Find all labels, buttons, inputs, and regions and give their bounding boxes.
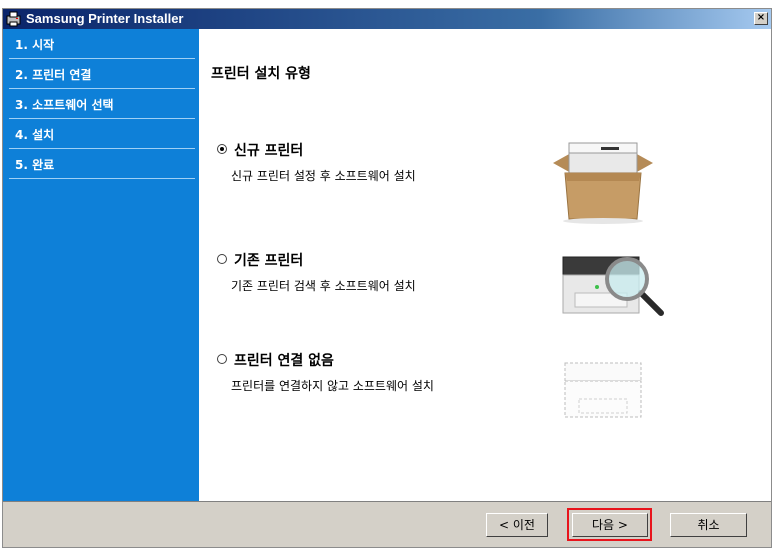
step-label: 4. 설치 xyxy=(15,128,55,142)
option-existing-printer[interactable]: 기존 프린터 기존 프린터 검색 후 소프트웨어 설치 xyxy=(217,249,537,293)
existing-printer-radio[interactable] xyxy=(217,254,227,264)
step-label: 2. 프린터 연결 xyxy=(15,68,92,82)
cancel-button[interactable]: 취소 xyxy=(670,513,747,537)
button-bar: < 이전 다음 > 취소 xyxy=(3,501,771,547)
title-bar[interactable]: Samsung Printer Installer × xyxy=(3,9,771,29)
next-button[interactable]: 다음 > xyxy=(572,513,648,537)
step-label: 5. 완료 xyxy=(15,158,55,172)
option-no-printer[interactable]: 프린터 연결 없음 프린터를 연결하지 않고 소프트웨어 설치 xyxy=(217,349,537,393)
option-label[interactable]: 기존 프린터 xyxy=(234,250,303,270)
printer-in-box-icon xyxy=(553,142,653,224)
page-title: 프린터 설치 유형 xyxy=(211,66,311,82)
step-label: 1. 시작 xyxy=(15,38,55,52)
sidebar-step-connect: 2. 프린터 연결 xyxy=(9,59,195,89)
printer-search-icon xyxy=(562,256,664,316)
step-label: 3. 소프트웨어 선택 xyxy=(15,98,114,112)
no-printer-radio[interactable] xyxy=(217,354,227,364)
main-content: 프린터 설치 유형 신규 프린터 신규 프린터 설정 후 소프트웨어 설치 기존… xyxy=(199,29,771,501)
window-title: Samsung Printer Installer xyxy=(26,11,184,26)
sidebar-step-install: 4. 설치 xyxy=(9,119,195,149)
printer-outline-icon xyxy=(564,362,642,418)
option-label[interactable]: 신규 프린터 xyxy=(234,140,303,160)
close-icon: × xyxy=(756,12,766,23)
new-printer-radio[interactable] xyxy=(217,144,227,154)
option-description: 프린터를 연결하지 않고 소프트웨어 설치 xyxy=(231,379,434,393)
option-description: 신규 프린터 설정 후 소프트웨어 설치 xyxy=(231,169,416,183)
sidebar-step-finish: 5. 완료 xyxy=(9,149,195,179)
installer-app-icon xyxy=(6,11,21,27)
close-button[interactable]: × xyxy=(754,12,768,25)
option-label[interactable]: 프린터 연결 없음 xyxy=(234,350,334,370)
installer-window: Samsung Printer Installer × 1. 시작 2. 프린터… xyxy=(2,8,772,548)
sidebar-step-software: 3. 소프트웨어 선택 xyxy=(9,89,195,119)
option-description: 기존 프린터 검색 후 소프트웨어 설치 xyxy=(231,279,416,293)
sidebar-step-start: 1. 시작 xyxy=(9,29,195,59)
steps-sidebar: 1. 시작 2. 프린터 연결 3. 소프트웨어 선택 4. 설치 5. 완료 xyxy=(3,29,199,501)
back-button[interactable]: < 이전 xyxy=(486,513,548,537)
option-new-printer[interactable]: 신규 프린터 신규 프린터 설정 후 소프트웨어 설치 xyxy=(217,139,537,183)
